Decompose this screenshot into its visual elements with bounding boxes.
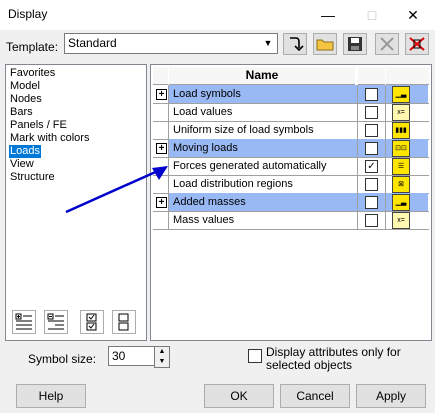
expand-icon[interactable]: + — [156, 89, 167, 100]
close-button[interactable]: ✕ — [391, 0, 435, 30]
mass-values-icon: x= — [392, 212, 410, 229]
help-button[interactable]: Help — [16, 384, 86, 408]
apply-button[interactable]: Apply — [356, 384, 426, 408]
check-all-button[interactable] — [80, 310, 104, 334]
template-value: Standard — [68, 36, 117, 50]
symbol-size-input[interactable]: 30 — [108, 346, 156, 366]
moving-loads-icon: ⊡⊡ — [392, 140, 410, 157]
grid-row-forces-generated[interactable]: Forces generated automatically ✓ ☰ — [153, 157, 429, 176]
category-item-favorites[interactable]: Favorites — [9, 67, 56, 80]
template-label: Template: — [6, 40, 59, 54]
open-folder-icon — [316, 39, 334, 51]
apply-template-icon — [290, 37, 304, 52]
row-label: Uniform size of load symbols — [169, 121, 358, 139]
expand-all-button[interactable] — [12, 310, 36, 334]
grid-row-load-symbols[interactable]: + Load symbols ▁▃ — [153, 85, 429, 104]
row-label: Load symbols — [169, 85, 358, 103]
category-item-structure[interactable]: Structure — [9, 171, 56, 184]
spin-up-icon[interactable]: ▲ — [155, 347, 169, 357]
selected-only-checkbox[interactable] — [248, 349, 262, 363]
category-item-nodes[interactable]: Nodes — [9, 93, 43, 106]
clear-icon — [409, 37, 425, 51]
apply-template-button[interactable] — [283, 33, 307, 55]
chevron-down-icon[interactable]: ▼ — [261, 34, 275, 53]
grid-row-load-values[interactable]: Load values x= — [153, 103, 429, 122]
grid-header-check — [358, 67, 385, 85]
uncheck-all-icon — [118, 313, 129, 331]
load-symbols-icon: ▁▃ — [392, 86, 410, 103]
row-checkbox-checked[interactable]: ✓ — [365, 160, 378, 173]
row-label: Added masses — [169, 193, 358, 211]
expand-icon[interactable]: + — [156, 143, 167, 154]
row-label: Load distribution regions — [169, 175, 358, 193]
grid-header-name: Name — [169, 67, 355, 85]
forces-generated-icon: ☰ — [392, 158, 410, 175]
clear-template-button[interactable] — [405, 33, 429, 55]
row-label: Mass values — [169, 211, 358, 229]
uncheck-all-button[interactable] — [112, 310, 136, 334]
check-all-icon — [86, 313, 97, 331]
cancel-button[interactable]: Cancel — [280, 384, 350, 408]
annotation-arrow-icon — [65, 166, 168, 214]
added-masses-icon: ▁▃ — [392, 194, 410, 211]
title-bar: Display — □ ✕ — [0, 0, 435, 30]
load-distribution-icon: ⊠ — [392, 176, 410, 193]
grid-row-mass-values[interactable]: Mass values x= — [153, 211, 429, 230]
load-values-icon: x= — [392, 104, 410, 121]
grid-header-icon — [386, 67, 429, 85]
minimize-button[interactable]: — — [306, 0, 350, 30]
spin-down-icon[interactable]: ▼ — [155, 357, 169, 367]
save-template-button[interactable] — [343, 33, 367, 55]
row-checkbox[interactable] — [365, 178, 378, 191]
grid-row-load-distribution[interactable]: Load distribution regions ⊠ — [153, 175, 429, 194]
row-checkbox[interactable] — [365, 142, 378, 155]
row-label: Forces generated automatically — [169, 157, 358, 175]
category-item-loads[interactable]: Loads — [9, 145, 41, 158]
grid-header-expander — [153, 67, 168, 85]
uniform-size-icon: ▮▮▮ — [392, 122, 410, 139]
grid-row-added-masses[interactable]: + Added masses ▁▃ — [153, 193, 429, 212]
grid-row-uniform-size[interactable]: Uniform size of load symbols ▮▮▮ — [153, 121, 429, 140]
row-checkbox[interactable] — [365, 124, 378, 137]
symbol-size-value: 30 — [112, 349, 126, 363]
attribute-grid: Name + Load symbols ▁▃ Load values x= Un… — [150, 64, 432, 341]
category-item-bars[interactable]: Bars — [9, 106, 34, 119]
save-icon — [348, 37, 362, 51]
category-item-model[interactable]: Model — [9, 80, 41, 93]
row-checkbox[interactable] — [365, 196, 378, 209]
row-checkbox[interactable] — [365, 214, 378, 227]
collapse-all-icon — [47, 313, 64, 330]
delete-icon — [380, 37, 394, 51]
open-template-button[interactable] — [313, 33, 337, 55]
collapse-all-button[interactable] — [44, 310, 68, 334]
row-checkbox[interactable] — [365, 88, 378, 101]
row-label: Load values — [169, 103, 358, 121]
category-item-panels-fe[interactable]: Panels / FE — [9, 119, 68, 132]
grid-row-moving-loads[interactable]: + Moving loads ⊡⊡ — [153, 139, 429, 158]
row-checkbox[interactable] — [365, 106, 378, 119]
symbol-size-spinner[interactable]: ▲ ▼ — [154, 346, 170, 368]
expand-all-icon — [15, 313, 32, 330]
window-title: Display — [8, 7, 48, 21]
category-item-mark-with-colors[interactable]: Mark with colors — [9, 132, 90, 145]
row-label: Moving loads — [169, 139, 358, 157]
maximize-button: □ — [367, 7, 377, 23]
delete-template-button[interactable] — [375, 33, 399, 55]
category-item-view[interactable]: View — [9, 158, 35, 171]
template-combo[interactable]: Standard ▼ — [64, 33, 278, 54]
ok-button[interactable]: OK — [204, 384, 274, 408]
symbol-size-label: Symbol size: — [28, 352, 97, 366]
selected-only-label: Display attributes only for selected obj… — [266, 345, 401, 372]
